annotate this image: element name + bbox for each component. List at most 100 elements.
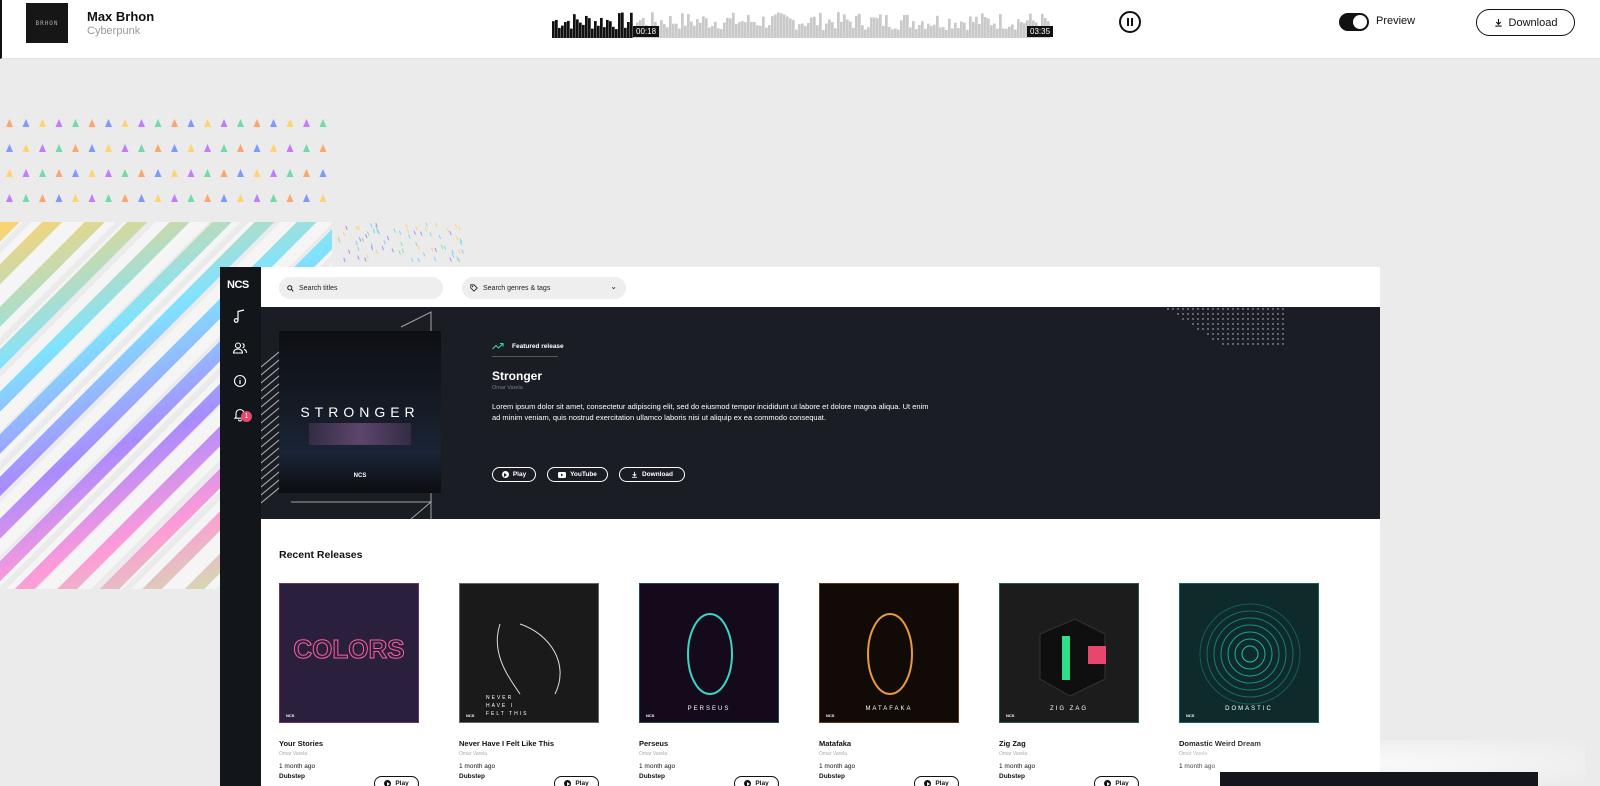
release-card[interactable]: COLORS NCS Your Stories Omar Varela 1 mo… [279,583,419,786]
waveform-bar [714,21,717,38]
release-cover-text: NEVER HAVE I FELT THIS [486,695,529,717]
download-label: Download [1508,16,1558,29]
waveform-bar [981,13,984,38]
release-cover[interactable]: NEVER HAVE I FELT THIS NCS [459,583,599,723]
waveform-bar [762,16,765,38]
release-play-button[interactable]: Play [734,776,779,786]
cover-ncs-logo: NCS [646,713,655,718]
time-elapsed: 00:18 [633,26,660,37]
release-card[interactable]: NEVER HAVE I FELT THIS NCS Never Have I … [459,583,599,786]
waveform-bar [942,27,945,38]
waveform-bar [612,26,615,38]
featured-title[interactable]: Stronger [492,369,542,383]
waveform-bar [1008,26,1011,38]
waveform-bar [873,17,876,38]
now-playing-cover[interactable]: BRHON [26,3,68,43]
cover-ncs-logo: NCS [1186,713,1195,718]
waveform-bar [573,14,576,38]
waveform-bar [588,18,591,38]
waveform-bar [765,27,768,38]
cover-ncs-logo: NCS [826,713,835,718]
release-cover[interactable]: ZIG ZAG NCS [999,583,1139,723]
waveform-bar [777,12,780,38]
waveform-bar [576,19,579,38]
play-icon [564,780,572,786]
release-cover[interactable]: PERSEUS NCS [639,583,779,723]
time-total: 03:35 [1027,26,1054,37]
waveform-bar [816,25,819,38]
release-cover[interactable]: DOMASTIC NCS [1179,583,1319,723]
waveform-bar [555,19,558,38]
waveform-bar [561,25,564,38]
cover-thumb-text: BRHON [35,19,59,27]
release-play-label: Play [395,780,409,786]
waveform-bar [870,17,873,38]
pause-icon [1126,18,1134,26]
release-cover-art [1039,618,1106,697]
featured-youtube-button[interactable]: YouTube [547,467,608,482]
genre-tag-select[interactable]: Search genres & tags ⌄ [462,277,626,299]
waveform-seekbar[interactable] [552,11,1050,38]
waveform-bar [600,17,603,38]
now-playing-album[interactable]: Cyberpunk [87,25,140,37]
featured-cover[interactable]: STRONGER NCS [279,331,441,493]
release-title[interactable]: Your Stories [279,739,419,748]
waveform-bar [834,28,837,38]
waveform-bar [978,23,981,38]
waveform-bar [888,26,891,38]
release-artist[interactable]: Omar Varela [279,751,419,757]
waveform-bar [774,14,777,38]
now-playing-artist[interactable]: Max Brhon [87,9,154,24]
release-play-button[interactable]: Play [374,776,419,786]
info-icon[interactable] [232,373,248,389]
search-titles-input[interactable]: Search titles [279,277,443,299]
download-icon [1494,18,1502,27]
waveform-bar [741,21,744,38]
waveform-bar [609,21,612,38]
release-card[interactable]: MATAFAKA NCS Matafaka Omar Varela 1 mont… [819,583,959,786]
release-artist[interactable]: Omar Varela [459,751,599,757]
release-play-button[interactable]: Play [554,776,599,786]
release-artist[interactable]: Omar Varela [819,751,959,757]
featured-play-button[interactable]: Play [492,467,536,482]
pause-button[interactable] [1119,11,1141,33]
release-play-button[interactable]: Play [914,776,959,786]
waveform-bar [669,16,672,38]
waveform-bar [924,28,927,38]
waveform-bar [582,24,585,38]
users-icon[interactable] [232,340,248,356]
waveform-bar [855,15,858,38]
preview-toggle[interactable] [1339,13,1369,31]
waveform-bar [897,29,900,38]
waveform-bar [621,12,624,38]
waveform-bar [1014,29,1017,38]
release-artist[interactable]: Omar Varela [639,751,779,757]
release-title[interactable]: Never Have I Felt Like This [459,739,599,748]
release-play-button[interactable]: Play [1094,776,1139,786]
waveform-bar [789,18,792,38]
waveform-bar [564,22,567,38]
featured-download-button[interactable]: Download [619,467,685,482]
waveform-bar [909,27,912,38]
waveform-bar [693,25,696,38]
ncs-logo[interactable]: NCS [227,279,249,291]
waveform-bar [726,17,729,38]
release-title[interactable]: Matafaka [819,739,959,748]
waveform-bar [966,29,969,38]
mini-player-window[interactable] [1220,772,1538,786]
waveform-bar [879,14,882,38]
featured-play-label: Play [512,471,527,478]
featured-artist[interactable]: Omar Varela [492,385,523,391]
release-title[interactable]: Zig Zag [999,739,1139,748]
waveform-bar [702,16,705,38]
featured-cover-text: STRONGER [300,404,420,420]
release-title[interactable]: Perseus [639,739,779,748]
release-cover[interactable]: COLORS NCS [279,583,419,723]
waveform-bar [753,22,756,38]
music-note-icon[interactable] [232,308,248,324]
release-artist[interactable]: Omar Varela [999,751,1139,757]
release-card[interactable]: PERSEUS NCS Perseus Omar Varela 1 month … [639,583,779,786]
download-button[interactable]: Download [1476,9,1575,36]
release-cover[interactable]: MATAFAKA NCS [819,583,959,723]
release-card[interactable]: ZIG ZAG NCS Zig Zag Omar Varela 1 month … [999,583,1139,786]
